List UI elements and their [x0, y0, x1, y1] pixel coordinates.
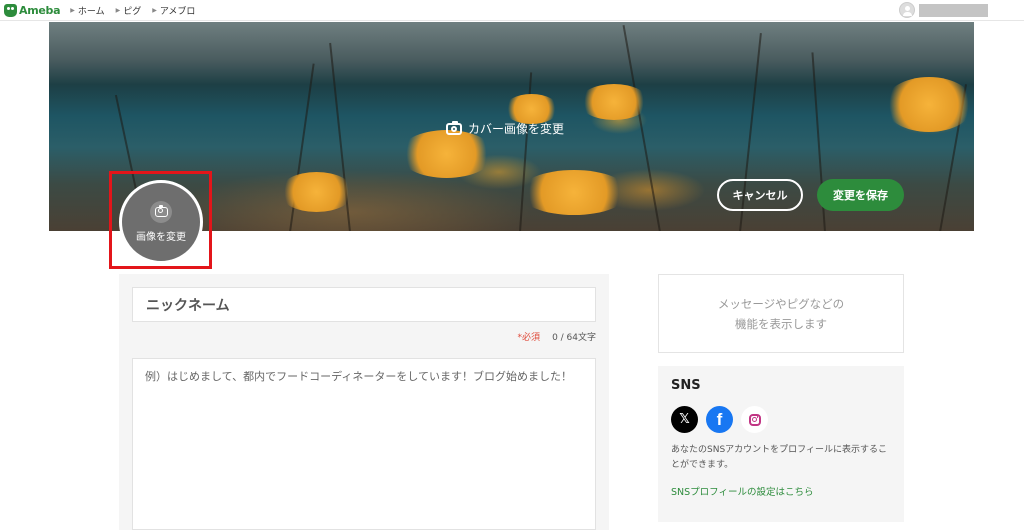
sns-section: SNS 𝕏 f あなたのSNSアカウントをプロフィールに表示することができます。…	[658, 366, 904, 522]
x-icon[interactable]: 𝕏	[671, 406, 698, 433]
chevron-right-icon: ▶	[152, 6, 157, 14]
message-line-1: メッセージやピグなどの	[717, 296, 845, 311]
required-label: *必須	[517, 333, 541, 343]
char-count: 0 / 64文字	[552, 333, 596, 343]
nav-item-pigg[interactable]: ▶ ピグ	[116, 4, 142, 17]
user-avatar-icon	[899, 2, 915, 18]
sns-settings-link[interactable]: SNSプロフィールの設定はこちら	[671, 484, 891, 498]
nav-item-ameblo[interactable]: ▶ アメブロ	[152, 4, 195, 17]
sns-icon-row: 𝕏 f	[671, 406, 891, 433]
cover-decoration	[622, 25, 661, 231]
cover-decoration	[279, 172, 354, 212]
change-cover-label: カバー画像を変更	[468, 122, 565, 136]
cancel-button[interactable]: キャンセル	[717, 179, 803, 211]
nav-item-label: アメブロ	[159, 6, 196, 17]
chevron-right-icon: ▶	[70, 6, 75, 14]
change-cover-button[interactable]: カバー画像を変更	[446, 120, 564, 137]
instagram-icon[interactable]	[741, 406, 768, 433]
message-placeholder-box: メッセージやピグなどの 機能を表示します	[658, 274, 904, 353]
cover-decoration	[519, 170, 629, 215]
save-changes-button[interactable]: 変更を保存	[817, 179, 904, 211]
cover-decoration	[884, 77, 974, 132]
profile-form: ニックネーム *必須 0 / 64文字 例）はじめまして、都内でフードコーディネ…	[119, 274, 609, 530]
global-nav: ▶ ホーム ▶ ピグ ▶ アメブロ	[70, 4, 206, 17]
sns-description: あなたのSNSアカウントをプロフィールに表示することができます。	[671, 445, 887, 470]
message-line-2: 機能を表示します	[735, 316, 827, 331]
facebook-icon[interactable]: f	[706, 406, 733, 433]
sns-title: SNS	[671, 378, 701, 393]
cover-decoration	[399, 130, 494, 178]
top-nav-bar: Ameba ▶ ホーム ▶ ピグ ▶ アメブロ	[0, 0, 1024, 21]
user-name-redacted	[919, 3, 988, 17]
user-menu[interactable]	[899, 2, 988, 18]
ameba-logo-icon	[4, 3, 17, 17]
chevron-right-icon: ▶	[115, 6, 121, 14]
nav-item-home[interactable]: ▶ ホーム	[70, 4, 104, 17]
nav-item-label: ピグ	[123, 6, 142, 17]
bio-textarea[interactable]: 例）はじめまして、都内でフードコーディネーターをしています！ブログ始めました！	[132, 358, 596, 530]
nickname-input[interactable]: ニックネーム	[132, 287, 596, 322]
nav-item-label: ホーム	[77, 6, 105, 17]
logo-text: Ameba	[19, 3, 61, 17]
cover-decoration	[579, 84, 649, 120]
camera-icon	[446, 120, 462, 135]
instagram-glyph	[748, 413, 761, 426]
nickname-counter: *必須 0 / 64文字	[518, 330, 596, 343]
highlight-annotation-box	[109, 171, 212, 269]
ameba-logo[interactable]: Ameba	[4, 3, 61, 17]
